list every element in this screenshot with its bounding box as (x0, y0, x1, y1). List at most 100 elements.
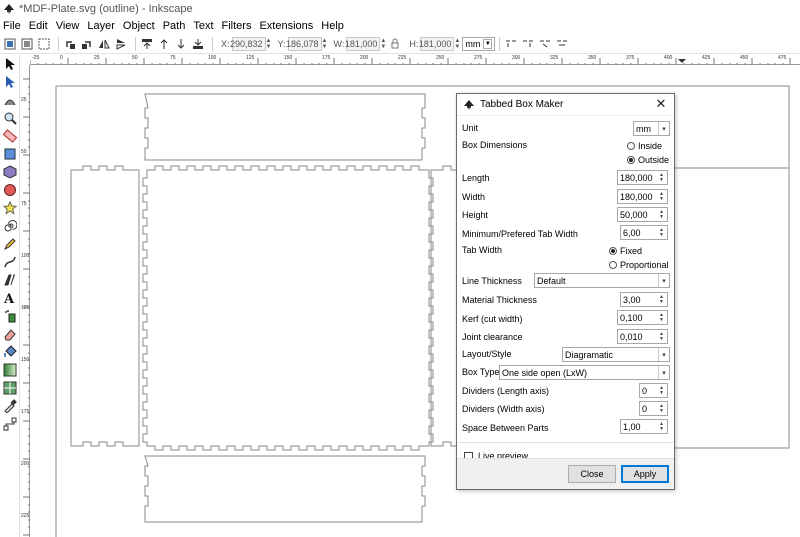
select-all-layers-icon[interactable] (20, 37, 34, 51)
material-thickness-value: 3,00 (623, 294, 641, 305)
ruler-label: 175 (21, 409, 30, 415)
eraser-tool-icon[interactable] (2, 326, 18, 342)
proportional-radio[interactable]: Proportional (609, 260, 669, 270)
height-input[interactable]: 50,000 ▲ ▼ (617, 207, 668, 222)
flip-horizontal-icon[interactable] (97, 37, 111, 51)
width-spinner[interactable]: ▲ ▼ (659, 191, 666, 202)
width-input[interactable]: 180,000 ▲ ▼ (617, 189, 668, 204)
min-tab-width-input[interactable]: 6,00 ▲ ▼ (620, 225, 668, 240)
space-between-parts-input[interactable]: 1,00 ▲ ▼ (620, 419, 668, 434)
unit-select[interactable]: mm ▼ (462, 36, 496, 51)
dropper-tool-icon[interactable] (2, 398, 18, 414)
x-input[interactable]: 290,832 (230, 36, 266, 51)
line-thickness-dropdown[interactable]: Default ▾ (534, 273, 670, 288)
menu-view[interactable]: View (56, 20, 80, 32)
x-spinner[interactable]: ▲ ▼ (266, 37, 272, 51)
move-patterns-icon[interactable] (555, 37, 569, 51)
material-thickness-spinner[interactable]: ▲ ▼ (659, 294, 666, 305)
menu-edit[interactable]: Edit (29, 20, 48, 32)
paint-bucket-tool-icon[interactable] (2, 344, 18, 360)
joint-clearance-input[interactable]: 0,010 ▲ ▼ (617, 329, 668, 344)
lower-icon[interactable] (174, 37, 188, 51)
material-thickness-input[interactable]: 3,00 ▲ ▼ (620, 292, 668, 307)
y-input[interactable]: 186,078 (286, 36, 322, 51)
layout-style-dropdown[interactable]: Diagramatic ▾ (562, 347, 670, 362)
select-all-icon[interactable] (3, 37, 17, 51)
zoom-tool-icon[interactable] (2, 110, 18, 126)
lock-proportions-icon[interactable] (388, 37, 402, 51)
raise-to-top-icon[interactable] (140, 37, 154, 51)
kerf-input[interactable]: 0,100 ▲ ▼ (617, 310, 668, 325)
menu-layer[interactable]: Layer (87, 20, 115, 32)
radio-dot (609, 261, 617, 269)
calligraphy-tool-icon[interactable] (2, 272, 18, 288)
measure-tool-icon[interactable] (2, 128, 18, 144)
dividers-width-spinner[interactable]: ▲ ▼ (659, 403, 666, 414)
min-tab-width-value: 6,00 (623, 227, 641, 238)
tweak-tool-icon[interactable] (2, 92, 18, 108)
menu-filters[interactable]: Filters (222, 20, 252, 32)
menu-text[interactable]: Text (193, 20, 213, 32)
w-input[interactable]: 181,000 (345, 36, 381, 51)
menu-path[interactable]: Path (163, 20, 186, 32)
min-tab-width-spinner[interactable]: ▲ ▼ (659, 227, 666, 238)
space-between-parts-label: Space Between Parts (462, 423, 549, 433)
dividers-width-input[interactable]: 0 ▲ ▼ (639, 401, 668, 416)
h-input[interactable]: 181,000 (419, 36, 455, 51)
unit-dropdown[interactable]: mm ▾ (633, 121, 670, 136)
inside-radio[interactable]: Inside (627, 141, 662, 151)
apply-button-label: Apply (633, 469, 657, 479)
deselect-icon[interactable] (37, 37, 51, 51)
material-thickness-label: Material Thickness (462, 295, 537, 305)
raise-icon[interactable] (157, 37, 171, 51)
scale-stroke-icon[interactable] (504, 37, 518, 51)
menu-help[interactable]: Help (321, 20, 344, 32)
apply-button[interactable]: Apply (621, 465, 669, 483)
3d-box-tool-icon[interactable] (2, 164, 18, 180)
move-gradients-icon[interactable] (538, 37, 552, 51)
dividers-length-input[interactable]: 0 ▲ ▼ (639, 383, 668, 398)
y-spinner[interactable]: ▲ ▼ (322, 37, 328, 51)
spiral-tool-icon[interactable] (2, 218, 18, 234)
spray-tool-icon[interactable] (2, 308, 18, 324)
fixed-radio[interactable]: Fixed (609, 246, 642, 256)
scale-corners-icon[interactable] (521, 37, 535, 51)
pen-tool-icon[interactable] (2, 254, 18, 270)
menu-file[interactable]: File (3, 20, 21, 32)
joint-clearance-spinner[interactable]: ▲ ▼ (659, 331, 666, 342)
flip-vertical-icon[interactable] (114, 37, 128, 51)
space-between-parts-spinner[interactable]: ▲ ▼ (659, 421, 666, 432)
menu-object[interactable]: Object (123, 20, 155, 32)
node-tool-icon[interactable] (2, 74, 18, 90)
gradient-tool-icon[interactable] (2, 362, 18, 378)
ellipse-tool-icon[interactable] (2, 182, 18, 198)
kerf-spinner[interactable]: ▲ ▼ (659, 312, 666, 323)
dialog-titlebar[interactable]: Tabbed Box Maker (457, 94, 674, 116)
dividers-length-spinner[interactable]: ▲ ▼ (659, 385, 666, 396)
height-spinner[interactable]: ▲ ▼ (659, 209, 666, 220)
mesh-tool-icon[interactable] (2, 380, 18, 396)
length-spinner[interactable]: ▲ ▼ (659, 172, 666, 183)
outside-radio[interactable]: Outside (627, 155, 669, 165)
h-spinner[interactable]: ▲ ▼ (454, 37, 460, 51)
ruler-label: 150 (284, 55, 293, 61)
rotate-ccw-icon[interactable] (63, 37, 77, 51)
drawing-canvas[interactable] (31, 66, 800, 537)
connector-tool-icon[interactable] (2, 416, 18, 432)
height-label: Height (462, 210, 489, 220)
menu-extensions[interactable]: Extensions (259, 20, 313, 32)
text-tool-icon[interactable]: A (2, 290, 18, 306)
rotate-cw-icon[interactable] (80, 37, 94, 51)
pencil-tool-icon[interactable] (2, 236, 18, 252)
min-tab-width-label: Minimum/Prefered Tab Width (462, 229, 578, 239)
box-type-dropdown[interactable]: One side open (LxW) ▾ (499, 365, 670, 380)
length-input[interactable]: 180,000 ▲ ▼ (617, 170, 668, 185)
rectangle-tool-icon[interactable] (2, 146, 18, 162)
close-button[interactable]: Close (568, 465, 616, 483)
star-tool-icon[interactable] (2, 200, 18, 216)
ruler-label: 50 (132, 55, 138, 61)
close-icon[interactable]: ✕ (654, 97, 668, 111)
w-spinner[interactable]: ▲ ▼ (380, 37, 386, 51)
selector-tool-icon[interactable] (2, 56, 18, 72)
lower-to-bottom-icon[interactable] (191, 37, 205, 51)
